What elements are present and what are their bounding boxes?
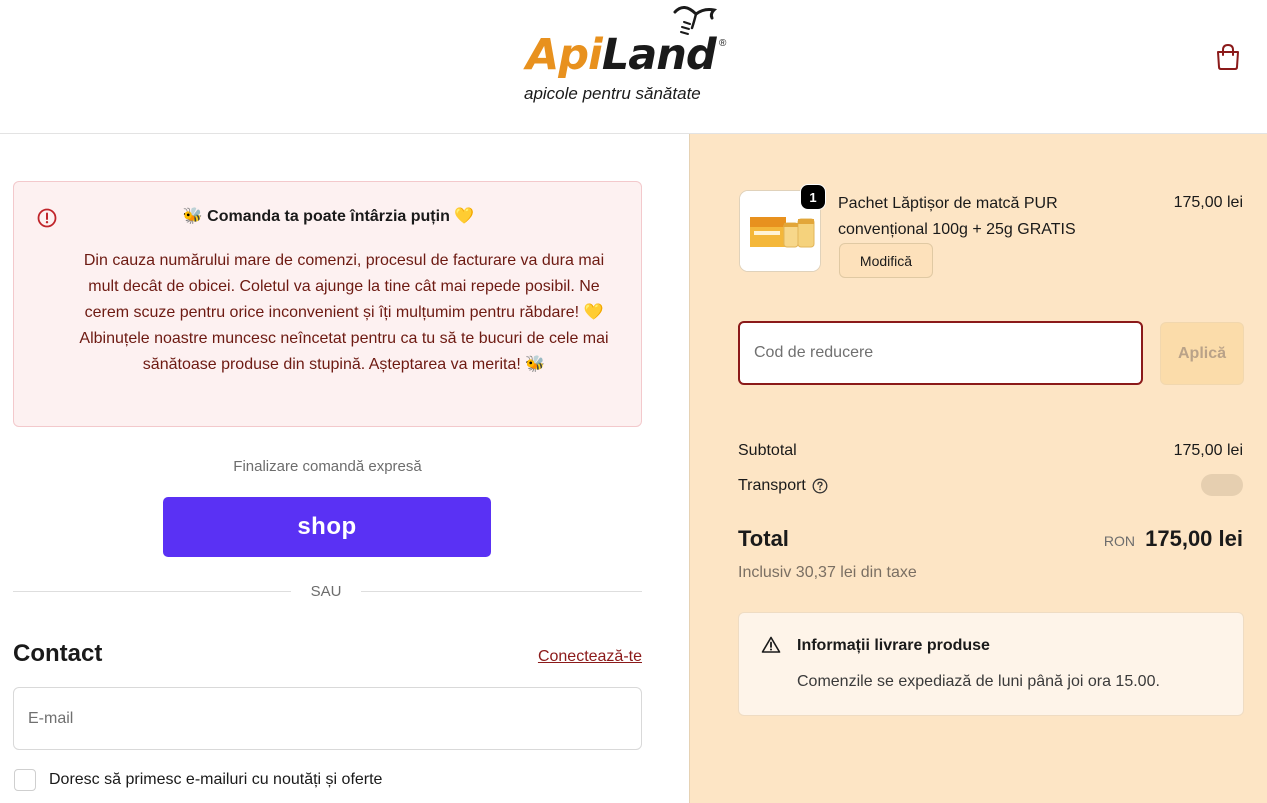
logo-tagline: apicole pentru sănătate: [524, 84, 701, 103]
subtotal-value: 175,00 lei: [1173, 442, 1243, 459]
apiland-logo[interactable]: ApiLand ® apicole pentru sănătate: [520, 4, 740, 114]
delivery-info-text: Comenzile se expediază de luni până joi …: [797, 673, 1160, 690]
total-currency: RON: [1103, 533, 1135, 549]
total-label: Total: [738, 526, 789, 551]
transport-label: Transport: [738, 477, 806, 494]
shop-pay-button[interactable]: shop: [163, 497, 491, 557]
tax-note: Inclusiv 30,37 lei din taxe: [738, 564, 917, 581]
shop-pay-label: shop: [297, 513, 357, 540]
newsletter-label: Doresc să primesc e-mailuri cu noutăți ș…: [49, 771, 383, 788]
transport-row: Transport: [738, 477, 828, 495]
contact-heading: Contact: [13, 640, 103, 667]
checkout-main: 🐝 Comanda ta poate întârzia puțin 💛 Din …: [0, 134, 689, 803]
transport-loading-placeholder: [1201, 474, 1243, 496]
subtotal-label: Subtotal: [738, 442, 797, 459]
total-value: 175,00 lei: [1145, 526, 1243, 551]
delivery-info-title: Informații livrare produse: [797, 637, 990, 654]
notice-title: 🐝 Comanda ta poate întârzia puțin 💛: [182, 208, 475, 225]
apply-discount-button[interactable]: Aplică: [1160, 322, 1244, 385]
delivery-info-box: Informații livrare produse Comenzile se …: [738, 612, 1244, 716]
order-summary: 1 Pachet Lăptișor de matcă PUR convențio…: [689, 134, 1267, 803]
divider-right: [361, 591, 642, 592]
modify-button[interactable]: Modifică: [839, 243, 933, 278]
delay-notice: 🐝 Comanda ta poate întârzia puțin 💛 Din …: [13, 181, 642, 427]
or-separator: SAU: [310, 583, 342, 600]
email-input[interactable]: [13, 687, 642, 750]
discount-code-input[interactable]: [738, 321, 1143, 385]
shopping-bag-icon[interactable]: [1213, 42, 1243, 72]
divider-left: [13, 591, 291, 592]
newsletter-checkbox[interactable]: [14, 769, 36, 791]
quantity-badge: 1: [800, 184, 826, 210]
product-name: Pachet Lăptișor de matcă PUR convenționa…: [838, 195, 1076, 238]
login-link[interactable]: Conectează-te: [538, 648, 642, 666]
help-circle-icon[interactable]: [812, 478, 828, 494]
express-checkout-label: Finalizare comandă expresă: [233, 458, 422, 475]
warning-triangle-icon: [761, 636, 781, 653]
product-price: 175,00 lei: [1173, 194, 1243, 211]
registered-mark: ®: [719, 38, 727, 49]
logo-wordmark: ApiLand: [526, 30, 717, 80]
notice-body: Din cauza numărului mare de comenzi, pro…: [79, 252, 609, 373]
site-header: ApiLand ® apicole pentru sănătate: [0, 0, 1267, 134]
